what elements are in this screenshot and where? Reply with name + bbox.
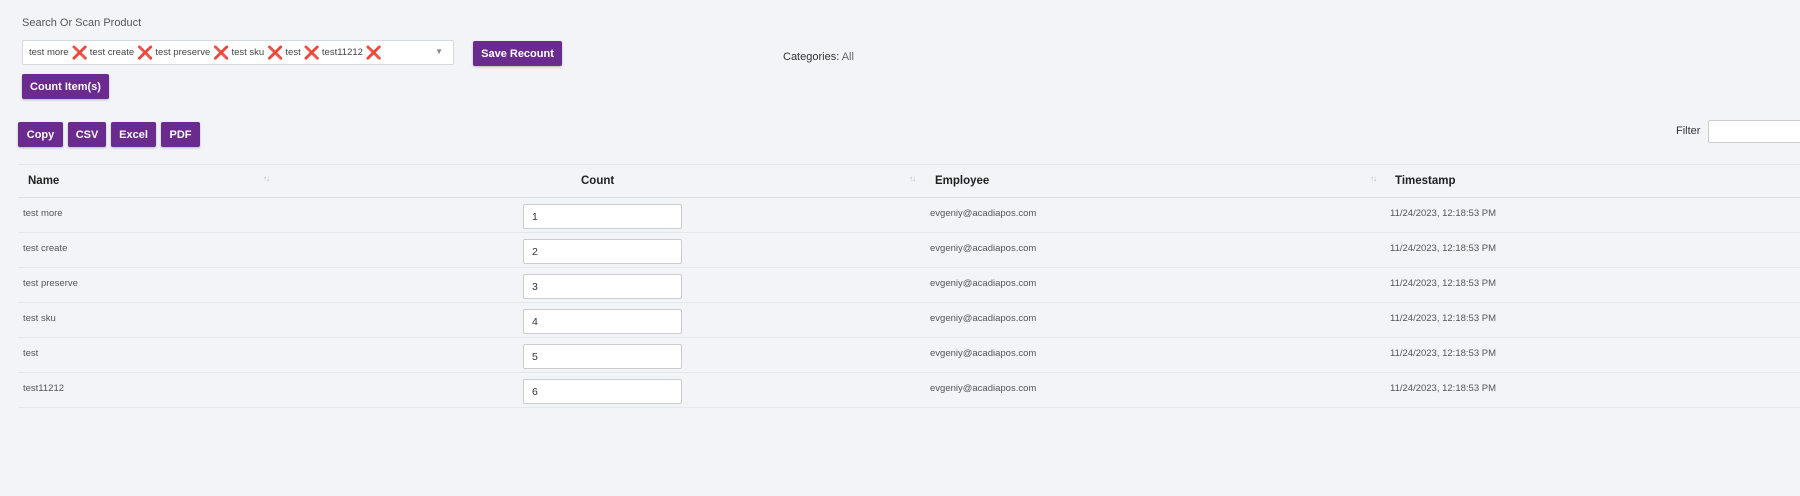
cell-employee: evgeniy@acadiapos.com [930, 208, 1037, 219]
filter-label: Filter [1676, 125, 1701, 137]
count-input[interactable] [523, 274, 682, 299]
cell-timestamp: 11/24/2023, 12:18:53 PM [1390, 383, 1496, 394]
remove-icon[interactable]: ❌ [366, 46, 382, 59]
chip-label: test [285, 47, 301, 58]
column-header-employee[interactable]: Employee [935, 175, 989, 187]
table-row: test preserve evgeniy@acadiapos.com 11/2… [18, 268, 1800, 303]
selected-chip: test ❌ [285, 46, 322, 59]
remove-icon[interactable]: ❌ [304, 46, 320, 59]
cell-employee: evgeniy@acadiapos.com [930, 278, 1037, 289]
table-row: test evgeniy@acadiapos.com 11/24/2023, 1… [18, 338, 1800, 373]
table-row: test sku evgeniy@acadiapos.com 11/24/202… [18, 303, 1800, 338]
cell-name: test [23, 348, 39, 359]
selected-chip: test create ❌ [90, 46, 156, 59]
table-header: Name ↑↓ Count ↑↓ Employee ↑↓ Timestamp [18, 164, 1800, 198]
cell-employee: evgeniy@acadiapos.com [930, 383, 1037, 394]
chip-label: test preserve [155, 47, 211, 58]
remove-icon[interactable]: ❌ [72, 46, 88, 59]
cell-timestamp: 11/24/2023, 12:18:53 PM [1390, 278, 1496, 289]
search-label: Search Or Scan Product [22, 17, 142, 29]
categories-filter: Categories: All [783, 51, 854, 63]
filter-input[interactable] [1708, 120, 1800, 143]
cell-name: test preserve [23, 278, 78, 289]
sort-icon[interactable]: ↑↓ [909, 174, 916, 183]
cell-name: test more [23, 208, 63, 219]
selected-chip: test preserve ❌ [155, 46, 231, 59]
product-multiselect[interactable]: test more ❌ test create ❌ test preserve ❌ t… [22, 40, 454, 65]
count-input[interactable] [523, 344, 682, 369]
save-recount-button[interactable]: Save Recount [473, 41, 562, 66]
cell-employee: evgeniy@acadiapos.com [930, 313, 1037, 324]
recount-table: Name ↑↓ Count ↑↓ Employee ↑↓ Timestamp t… [18, 164, 1800, 408]
count-input[interactable] [523, 309, 682, 334]
excel-button[interactable]: Excel [111, 122, 156, 147]
table-row: test11212 evgeniy@acadiapos.com 11/24/20… [18, 373, 1800, 408]
count-input[interactable] [523, 204, 682, 229]
cell-name: test sku [23, 313, 56, 324]
selected-chip: test11212 ❌ [322, 46, 384, 59]
table-row: test more evgeniy@acadiapos.com 11/24/20… [18, 198, 1800, 233]
cell-name: test11212 [23, 383, 65, 394]
copy-button[interactable]: Copy [18, 122, 63, 147]
sort-icon[interactable]: ↑↓ [263, 174, 270, 183]
chip-label: test sku [231, 47, 265, 58]
chip-label: test create [89, 47, 135, 58]
cell-timestamp: 11/24/2023, 12:18:53 PM [1390, 313, 1496, 324]
categories-value: All [841, 51, 854, 63]
remove-icon[interactable]: ❌ [137, 46, 153, 59]
cell-employee: evgeniy@acadiapos.com [930, 243, 1037, 254]
cell-timestamp: 11/24/2023, 12:18:53 PM [1390, 208, 1496, 219]
chip-label: test more [29, 47, 69, 58]
remove-icon[interactable]: ❌ [213, 46, 229, 59]
categories-label: Categories: [783, 51, 840, 63]
sort-icon[interactable]: ↑↓ [1370, 174, 1377, 183]
remove-icon[interactable]: ❌ [267, 46, 283, 59]
selected-chip: test more ❌ [29, 46, 90, 59]
chip-label: test11212 [321, 47, 363, 58]
column-header-name[interactable]: Name [28, 175, 59, 187]
cell-timestamp: 11/24/2023, 12:18:53 PM [1390, 243, 1496, 254]
count-input[interactable] [523, 239, 682, 264]
cell-timestamp: 11/24/2023, 12:18:53 PM [1390, 348, 1496, 359]
column-header-count[interactable]: Count [581, 175, 614, 187]
count-items-button[interactable]: Count Item(s) [22, 74, 109, 99]
cell-employee: evgeniy@acadiapos.com [930, 348, 1037, 359]
cell-name: test create [23, 243, 68, 254]
pdf-button[interactable]: PDF [161, 122, 200, 147]
count-input[interactable] [523, 379, 682, 404]
column-header-timestamp[interactable]: Timestamp [1395, 175, 1456, 187]
table-row: test create evgeniy@acadiapos.com 11/24/… [18, 233, 1800, 268]
chevron-down-icon[interactable]: ▼ [435, 47, 443, 56]
csv-button[interactable]: CSV [68, 122, 106, 147]
selected-chip: test sku ❌ [231, 46, 285, 59]
